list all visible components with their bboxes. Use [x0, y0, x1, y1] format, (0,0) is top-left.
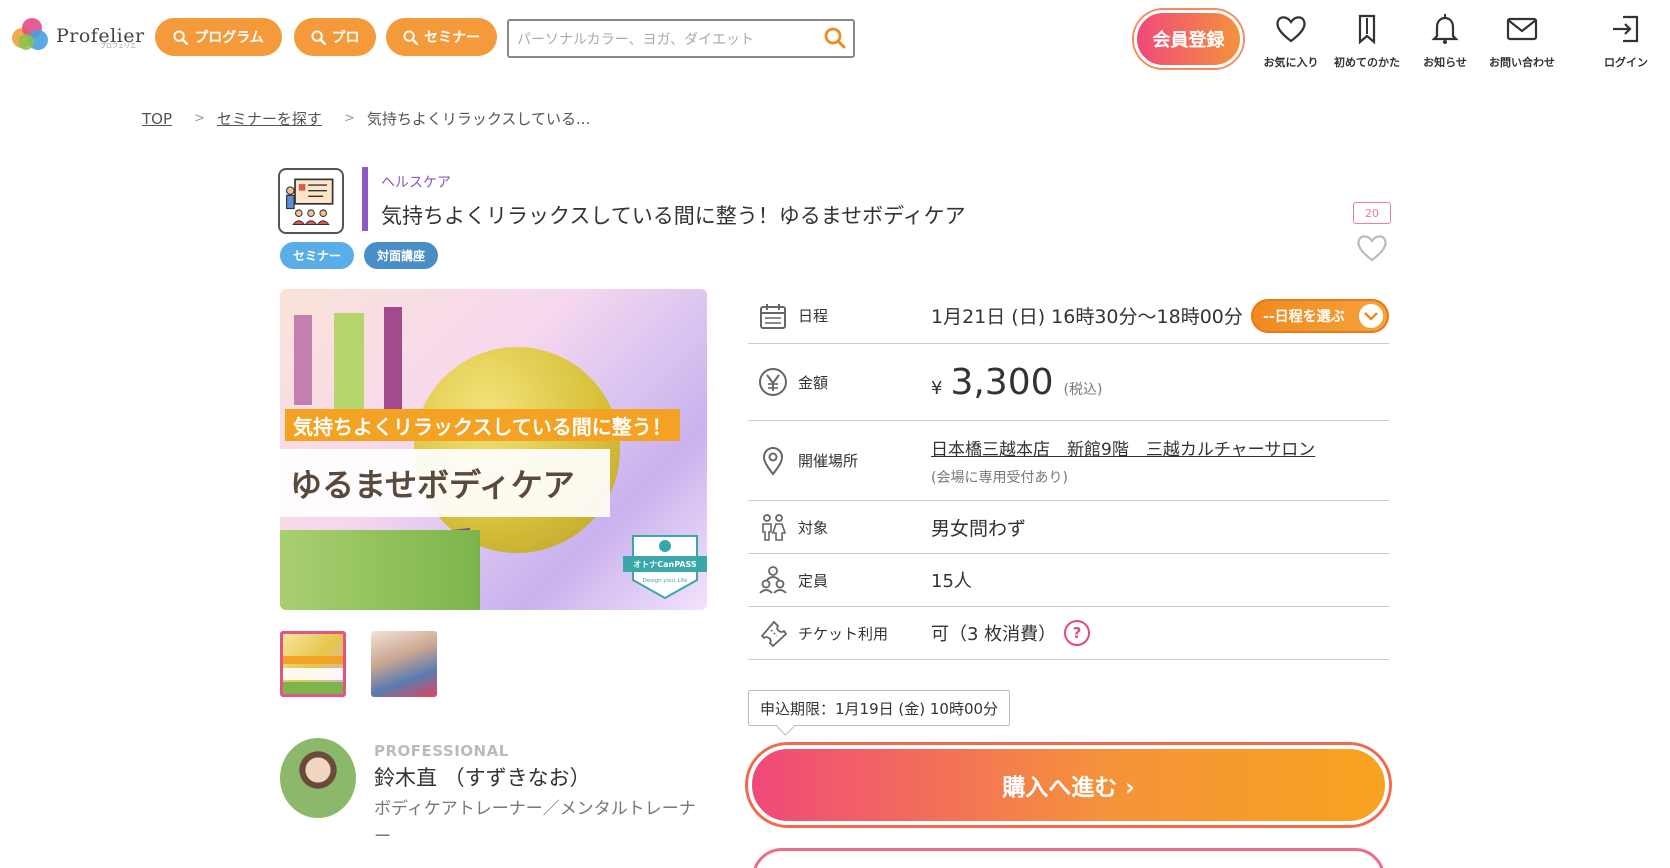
image-thumbnail-2[interactable] [371, 631, 437, 697]
image-thumbnail-1[interactable] [280, 631, 346, 697]
capacity-value: 15人 [931, 571, 972, 592]
tag-seminar: セミナー [280, 242, 355, 269]
svg-text:Design your Life: Design your Life [643, 578, 688, 584]
nav-contact-label: お問い合わせ [1489, 56, 1555, 69]
logo-subtext: プロフェリエ [100, 43, 137, 50]
search-box [507, 19, 855, 58]
calendar-icon [760, 303, 786, 329]
detail-row-ticket: チケット利用 可（3 枚消費） ? [748, 607, 1389, 660]
search-icon[interactable] [823, 26, 847, 50]
site-header: Profelier プロフェリエ プログラム プロ セミナー 会員登録 お気に入… [0, 0, 1670, 80]
people-gender-icon [762, 514, 787, 541]
nav-favorites-label: お気に入り [1263, 56, 1319, 69]
detail-row-venue: 開催場所 日本橋三越本店 新館9階 三越カルチャーサロン (会場に専用受付あり) [748, 421, 1389, 501]
image-caption-top: 気持ちよくリラックスしている間に整う！ [285, 409, 680, 441]
nav-pro-button[interactable]: プロ [294, 18, 376, 56]
favorite-toggle[interactable]: 20 [1353, 202, 1391, 268]
nav-notifications-label: お知らせ [1423, 56, 1467, 69]
program-tags: セミナー 対面講座 [280, 242, 439, 269]
secondary-action-button[interactable] [752, 848, 1385, 868]
price-label: 金額 [798, 373, 829, 392]
title-accent-bar [362, 167, 368, 231]
professional-role: ボディケアトレーナー／メンタルトレーナー [374, 799, 696, 847]
breadcrumb: TOP > セミナーを探す > 気持ちよくリラックスしている... [142, 108, 590, 129]
program-title: 気持ちよくリラックスしている間に整う！ゆるませボディケア [381, 204, 966, 228]
logo-mark-icon [12, 18, 48, 54]
bell-icon [1431, 14, 1459, 44]
price-tax: (税込) [1063, 381, 1103, 398]
search-icon [310, 29, 326, 45]
select-date-label: --日程を選ぶ [1263, 309, 1345, 325]
price-yen: ¥ [931, 377, 943, 399]
nav-contact[interactable]: お問い合わせ [1482, 12, 1562, 70]
target-value: 男女問わず [931, 517, 1027, 540]
nav-seminar-button[interactable]: セミナー [386, 18, 497, 56]
nav-first-time-label: 初めてのかた [1334, 56, 1400, 69]
detail-row-schedule: 日程 1月21日 (日) 16時30分〜18時00分 --日程を選ぶ [748, 288, 1389, 344]
mail-icon [1506, 17, 1538, 41]
image-caption-main: ゆるませボディケア [280, 449, 610, 517]
tag-in-person: 対面講座 [364, 242, 439, 269]
help-icon[interactable]: ? [1064, 620, 1090, 646]
schedule-label: 日程 [798, 307, 829, 325]
nav-pro-label: プロ [331, 30, 360, 46]
breadcrumb-top-link[interactable]: TOP [142, 110, 172, 128]
breadcrumb-current: 気持ちよくリラックスしている... [366, 110, 591, 128]
favorite-count: 20 [1353, 202, 1391, 224]
heart-icon [1276, 16, 1306, 43]
chevron-down-icon [1359, 304, 1383, 328]
canpass-badge-icon: オトナCanPASS Design your Life [623, 535, 707, 600]
ticket-label: チケット利用 [798, 624, 889, 643]
breadcrumb-seminar-link[interactable]: セミナーを探す [217, 108, 322, 129]
login-icon [1613, 15, 1639, 43]
svg-text:オトナCanPASS: オトナCanPASS [633, 560, 697, 569]
professional-avatar[interactable] [280, 738, 356, 818]
nav-notifications[interactable]: お知らせ [1405, 12, 1485, 70]
venue-note: (会場に専用受付あり) [931, 470, 1068, 486]
detail-row-target: 対象 男女問わず [748, 501, 1389, 554]
seminar-category-icon [278, 168, 344, 234]
detail-row-capacity: 定員 15人 [748, 554, 1389, 607]
location-pin-icon [762, 446, 784, 476]
purchase-button[interactable]: 購入へ進む › [748, 745, 1389, 825]
chevron-right-icon: > [194, 111, 205, 126]
venue-label: 開催場所 [798, 452, 859, 470]
program-main-image: 気持ちよくリラックスしている間に整う！ ゆるませボディケア オトナCanPASS… [280, 289, 707, 610]
search-icon [173, 29, 189, 45]
group-icon [759, 566, 787, 594]
nav-seminar-label: セミナー [424, 30, 480, 46]
nav-login-label: ログイン [1604, 56, 1648, 69]
professional-name[interactable]: 鈴木直 （すずきなお） [374, 762, 591, 792]
nav-login[interactable]: ログイン [1591, 12, 1661, 70]
schedule-value: 1月21日 (日) 16時30分〜18時00分 [931, 306, 1243, 328]
program-category: ヘルスケア [381, 175, 451, 191]
capacity-label: 定員 [798, 571, 829, 590]
nav-program-label: プログラム [194, 30, 264, 46]
program-details: 日程 1月21日 (日) 16時30分〜18時00分 --日程を選ぶ 金額 ¥ … [748, 288, 1389, 660]
chevron-right-icon: > [343, 111, 355, 126]
search-icon [403, 29, 418, 45]
nav-program-button[interactable]: プログラム [155, 18, 282, 56]
select-date-button[interactable]: --日程を選ぶ [1251, 299, 1389, 333]
venue-link[interactable]: 日本橋三越本店 新館9階 三越カルチャーサロン [931, 435, 1315, 460]
price-value-group: ¥ 3,300 (税込) [931, 362, 1102, 403]
detail-row-price: 金額 ¥ 3,300 (税込) [748, 344, 1389, 421]
member-register-button[interactable]: 会員登録 [1134, 10, 1243, 68]
bookmark-icon [1358, 14, 1376, 45]
ticket-icon [760, 620, 788, 648]
heart-icon [1357, 235, 1387, 262]
nav-first-time[interactable]: 初めてのかた [1327, 12, 1407, 70]
target-label: 対象 [798, 518, 829, 537]
application-deadline: 申込期限：1月19日 (金) 10時00分 [748, 690, 1011, 726]
ticket-value: 可（3 枚消費） [931, 624, 1057, 645]
search-input[interactable] [509, 21, 799, 56]
professional-label: PROFESSIONAL [374, 742, 509, 760]
price-value: 3,300 [950, 361, 1054, 403]
yen-icon [759, 368, 787, 396]
nav-favorites[interactable]: お気に入り [1251, 12, 1331, 70]
